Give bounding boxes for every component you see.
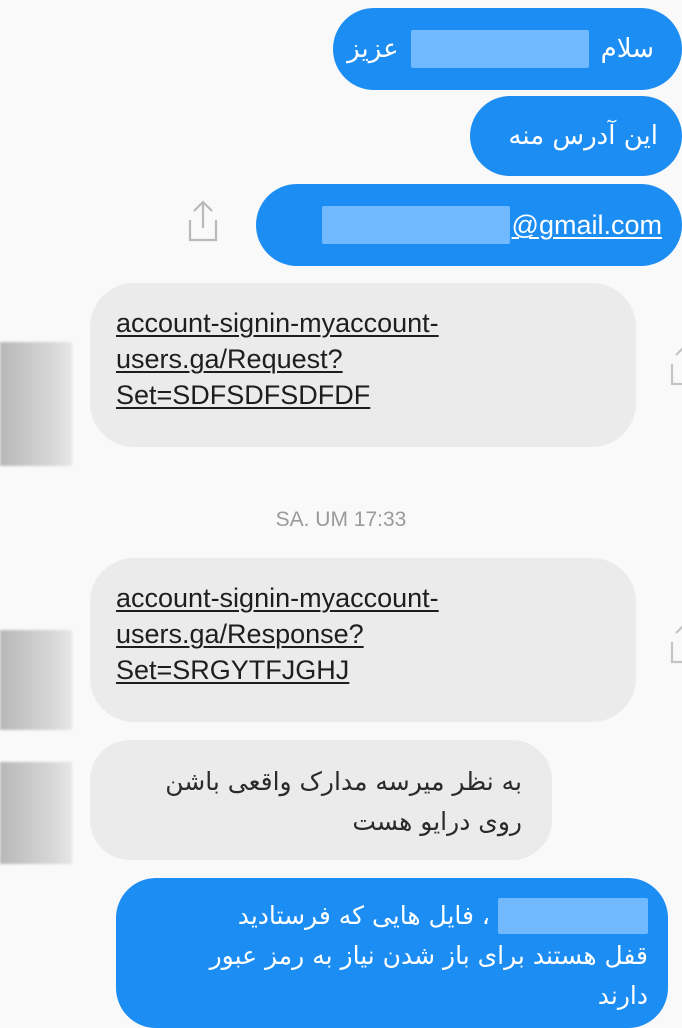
message-line2: قفل هستند برای باز شدن نیاز به رمز عبور (209, 941, 648, 970)
response-link-line1[interactable]: account-signin-myaccount- (116, 580, 636, 616)
message-line3: دارند (597, 981, 648, 1010)
response-link-line2[interactable]: users.ga/Response? (116, 616, 636, 652)
response-link-line3[interactable]: Set=SRGYTFJGHJ (116, 652, 636, 688)
request-link-line2[interactable]: users.ga/Request? (116, 341, 636, 377)
request-link-line3[interactable]: Set=SDFSDFSDFDF (116, 377, 636, 413)
redacted-email-user (321, 206, 510, 244)
redacted-name (410, 30, 589, 68)
message-line2: روی درایو هست (352, 807, 522, 836)
request-link-line1[interactable]: account-signin-myaccount- (116, 305, 636, 341)
incoming-message-link-response[interactable]: account-signin-myaccount- users.ga/Respo… (90, 558, 636, 722)
outgoing-message-locked-files[interactable]: ، فایل هایی که فرستادید قفل هستند برای ب… (116, 878, 668, 1028)
avatar (0, 630, 72, 730)
message-text: این آدرس منه (508, 121, 658, 151)
greeting-text: سلام (600, 34, 654, 64)
outgoing-message-email[interactable]: @gmail.com (256, 184, 682, 266)
incoming-message-link-request[interactable]: account-signin-myaccount- users.ga/Reque… (90, 283, 636, 447)
share-icon[interactable] (184, 198, 222, 244)
share-icon[interactable] (666, 342, 682, 388)
email-link[interactable]: @gmail.com (512, 207, 662, 243)
redacted-name (498, 898, 648, 934)
timestamp: SA. UM 17:33 (275, 508, 407, 531)
avatar (0, 762, 72, 864)
avatar (0, 342, 72, 466)
outgoing-message-address[interactable]: این آدرس منه (470, 96, 682, 176)
dear-text: عزیز (347, 34, 399, 64)
outgoing-message-greeting[interactable]: سلام عزیز (333, 8, 682, 90)
message-line1: به نظر میرسه مدارک واقعی باشن (165, 767, 522, 796)
share-icon[interactable] (666, 620, 682, 666)
incoming-message-documents[interactable]: به نظر میرسه مدارک واقعی باشن روی درایو … (90, 740, 552, 860)
message-line1: ، فایل هایی که فرستادید (237, 901, 490, 930)
